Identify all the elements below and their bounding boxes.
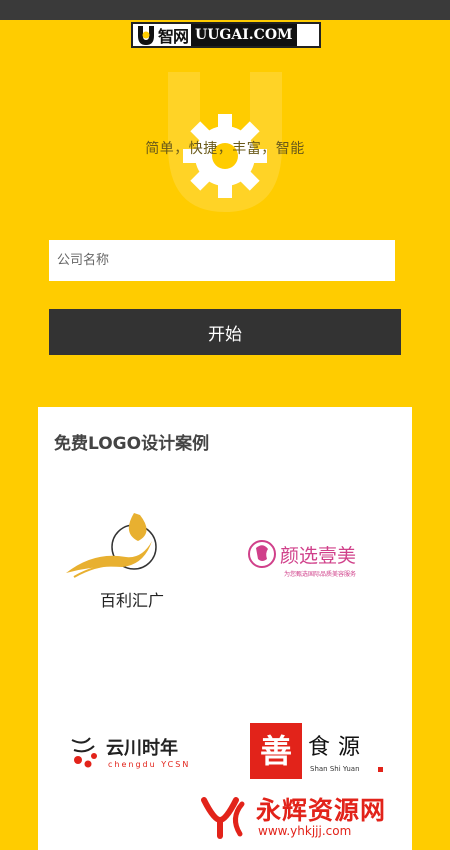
case-label: 食源 xyxy=(308,735,369,760)
case-subtitle: Shan Shi Yuan xyxy=(310,765,360,773)
case-subtitle: chengdu YCSN xyxy=(108,760,191,769)
case-item[interactable]: 云川时年 chengdu YCSN xyxy=(68,732,198,782)
case-subtitle: 为您甄选国际品质美容服务 xyxy=(284,571,357,578)
case-item[interactable]: 善 食源 Shan Shi Yuan xyxy=(250,723,400,783)
tagline: 简单，快捷，丰富，智能 xyxy=(145,141,305,157)
seal-stamp: 善 xyxy=(250,723,302,779)
watermark-text: 永辉资源网 xyxy=(256,796,387,825)
hero: 简单，快捷，丰富，智能 xyxy=(0,60,450,220)
case-label: 颜选壹美 xyxy=(280,545,357,567)
logo-text-cn: 智网 xyxy=(158,27,189,46)
case-label: 百利汇广 xyxy=(100,591,165,610)
case-item[interactable]: 颜选壹美 为您甄选国际品质美容服务 xyxy=(248,537,398,587)
case-label: 云川时年 xyxy=(106,738,178,759)
plum-blossom-icon xyxy=(71,737,97,768)
logo-emblem-icon xyxy=(135,24,157,46)
red-square-mark xyxy=(378,767,383,772)
logo-text-en: UUGAI.COM xyxy=(191,24,297,46)
watermark-url: www.yhkjjj.com xyxy=(258,824,352,838)
watermark-logo-icon xyxy=(201,797,245,839)
company-name-input[interactable] xyxy=(49,240,395,281)
site-logo[interactable]: 智网 UUGAI.COM xyxy=(131,22,321,48)
cases-title: 免费LOGO设计案例 xyxy=(54,434,210,454)
start-button[interactable]: 开始 xyxy=(49,309,401,355)
watermark: 永辉资源网 www.yhkjjj.com xyxy=(200,792,440,844)
logo-cases-panel: 免费LOGO设计案例 百利汇广 颜选壹美 为您甄选国际品质美容服务 云川时年 c… xyxy=(38,407,412,850)
status-bar xyxy=(0,0,450,20)
woman-profile-icon xyxy=(248,540,276,568)
case-item[interactable]: 百利汇广 xyxy=(64,507,184,617)
phoenix-logo-icon xyxy=(66,513,157,578)
